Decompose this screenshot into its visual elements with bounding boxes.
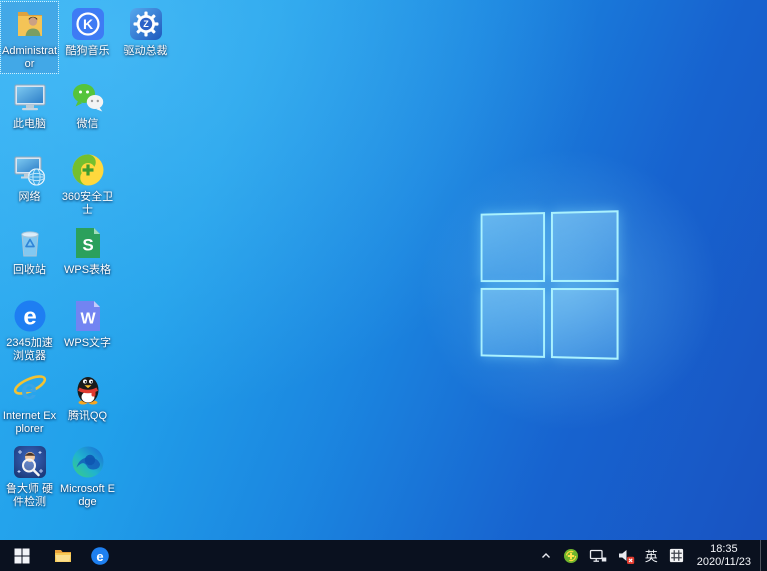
- desktop-icon-microsoft-edge[interactable]: Microsoft Edge: [59, 440, 116, 511]
- ime-language-indicator[interactable]: 英: [642, 540, 661, 571]
- desktop-icon-tencent-qq[interactable]: 腾讯QQ: [59, 367, 116, 425]
- desktop-icon-network[interactable]: 网络: [1, 148, 58, 206]
- wps-spreadsheet-icon: S: [70, 225, 106, 261]
- tray-360-security[interactable]: [560, 540, 582, 571]
- desktop-icon-recycle-bin[interactable]: 回收站: [1, 221, 58, 279]
- desktop-icon-label: Internet Explorer: [1, 410, 58, 436]
- desktop-icon-wps-writer[interactable]: W WPS文字: [59, 294, 116, 352]
- taskbar-2345-browser-button[interactable]: e: [81, 540, 118, 571]
- user-folder-icon: [12, 6, 48, 42]
- windows-logo: [481, 210, 619, 359]
- ime-keyboard-button[interactable]: [665, 540, 688, 571]
- show-desktop-button[interactable]: [760, 540, 766, 571]
- 360-security-icon: [70, 152, 106, 188]
- 360-security-tray-icon: [563, 548, 579, 564]
- ludashi-icon: [12, 444, 48, 480]
- svg-text:K: K: [82, 16, 92, 32]
- svg-text:Z: Z: [143, 19, 149, 29]
- desktop-icon-label: Microsoft Edge: [59, 483, 116, 509]
- hidden-icons-button[interactable]: [536, 540, 556, 571]
- internet-explorer-icon: e: [12, 371, 48, 407]
- desktop-icon-2345-browser[interactable]: e 2345加速浏览器: [1, 294, 58, 365]
- svg-text:W: W: [80, 311, 96, 328]
- tray-volume-muted[interactable]: [614, 540, 638, 571]
- desktop-icon-label: 网络: [19, 191, 41, 204]
- desktop-icon-label: 回收站: [13, 264, 46, 277]
- desktop-icon-label: 360安全卫士: [59, 191, 116, 217]
- this-pc-icon: [12, 79, 48, 115]
- desktop-icon-label: 此电脑: [13, 118, 46, 131]
- desktop-icon-ludashi[interactable]: 鲁大师 硬件检测: [1, 440, 58, 511]
- desktop-icon-wps-spreadsheet[interactable]: S WPS表格: [59, 221, 116, 279]
- ime-keyboard-icon: [668, 547, 685, 564]
- desktop-icon-label: 酷狗音乐: [66, 45, 110, 58]
- file-explorer-icon: [53, 546, 73, 566]
- svg-text:S: S: [82, 236, 93, 255]
- desktop-icon-kugou-music[interactable]: K 酷狗音乐: [59, 2, 116, 60]
- taskbar-empty-area: [118, 540, 536, 571]
- clock-time: 18:35: [697, 543, 751, 556]
- drvceo-icon: Z: [128, 6, 164, 42]
- windows-start-icon: [14, 548, 30, 564]
- desktop-icon-internet-explorer[interactable]: e Internet Explorer: [1, 367, 58, 438]
- desktop-icon-drvceo[interactable]: Z 驱动总裁: [117, 2, 174, 60]
- desktop-icon-360-security[interactable]: 360安全卫士: [59, 148, 116, 219]
- svg-text:e: e: [23, 304, 36, 331]
- taskbar: e: [0, 540, 767, 571]
- windows-logo-pane: [551, 210, 619, 282]
- network-tray-icon: [589, 548, 607, 564]
- network-icon: [12, 152, 48, 188]
- taskbar-clock[interactable]: 18:35 2020/11/23: [692, 543, 756, 569]
- 2345-browser-icon: e: [90, 546, 110, 566]
- svg-text:e: e: [20, 374, 36, 406]
- desktop-icon-label: Administrator: [1, 45, 58, 71]
- wps-writer-icon: W: [70, 298, 106, 334]
- desktop-icon-label: WPS文字: [64, 337, 111, 350]
- chevron-up-icon: [539, 549, 553, 563]
- wechat-icon: [70, 79, 106, 115]
- taskbar-file-explorer-button[interactable]: [44, 540, 81, 571]
- desktop-icon-label: 鲁大师 硬件检测: [1, 483, 58, 509]
- desktop-icon-label: 驱动总裁: [124, 45, 168, 58]
- desktop-icon-label: 微信: [77, 118, 99, 131]
- windows-logo-pane: [481, 288, 545, 358]
- volume-muted-icon: [617, 547, 635, 565]
- desktop-icon-label: 腾讯QQ: [68, 410, 107, 423]
- start-button[interactable]: [0, 540, 44, 571]
- tencent-qq-icon: [70, 371, 106, 407]
- recycle-bin-icon: [12, 225, 48, 261]
- kugou-music-icon: K: [70, 6, 106, 42]
- desktop-icon-label: WPS表格: [64, 264, 111, 277]
- windows-logo-pane: [481, 212, 545, 282]
- system-tray: 英 18:35 2020/11/23: [536, 540, 767, 571]
- desktop-icon-wechat[interactable]: 微信: [59, 75, 116, 133]
- tray-network[interactable]: [586, 540, 610, 571]
- desktop-icon-this-pc[interactable]: 此电脑: [1, 75, 58, 133]
- clock-date: 2020/11/23: [697, 556, 751, 569]
- desktop-icon-label: 2345加速浏览器: [1, 337, 58, 363]
- desktop-icon-administrator[interactable]: Administrator: [1, 2, 58, 73]
- windows-logo-pane: [551, 288, 619, 360]
- svg-text:e: e: [96, 548, 103, 563]
- 2345-browser-icon: e: [12, 298, 48, 334]
- microsoft-edge-icon: [70, 444, 106, 480]
